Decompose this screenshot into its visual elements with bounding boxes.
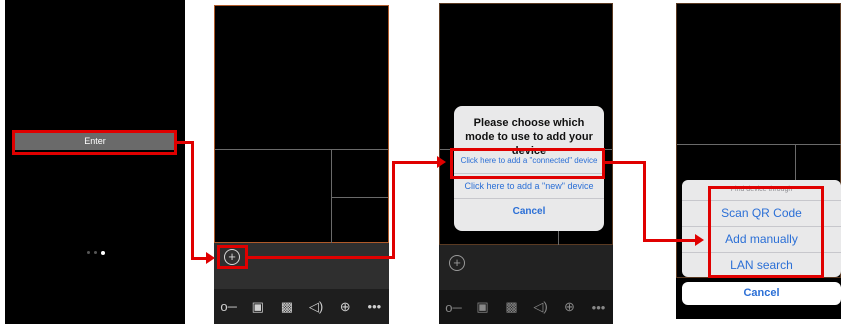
page-dot	[87, 251, 90, 254]
dialog-title: Please choose which mode to use to add y…	[465, 117, 593, 157]
arrow-line	[392, 161, 395, 259]
page-dot	[94, 251, 97, 254]
highlight-add-button	[217, 245, 248, 269]
key-icon[interactable]: o─	[218, 299, 240, 314]
bottom-toolbar: o─ ▣ ▩ ◁) ⊕ •••	[214, 289, 389, 324]
grid-line	[677, 144, 841, 145]
camera-icon[interactable]: ▣	[247, 299, 269, 315]
more-icon[interactable]: •••	[363, 299, 385, 314]
arrow-head	[206, 252, 215, 264]
plus-circle-icon[interactable]: +	[449, 255, 465, 271]
camera-icon[interactable]: ▣	[472, 299, 494, 315]
arrow-head	[437, 156, 446, 168]
arrow-line	[643, 239, 697, 242]
arrow-line	[247, 256, 395, 259]
mic-icon[interactable]: ⊕	[559, 299, 581, 315]
highlight-find-options	[708, 186, 824, 278]
page-indicator	[87, 250, 111, 256]
grid-line	[331, 197, 388, 198]
arrow-line	[643, 161, 646, 242]
bottom-toolbar: o─ ▣ ▩ ◁) ⊕ •••	[439, 290, 613, 324]
arrow-head	[695, 234, 704, 246]
video-icon[interactable]: ▩	[276, 299, 298, 315]
screen-1-splash: Enter	[5, 0, 185, 324]
video-grid[interactable]	[214, 5, 389, 243]
cancel-button[interactable]: Cancel	[454, 198, 604, 225]
highlight-connected-option	[450, 148, 605, 179]
key-icon[interactable]: o─	[443, 300, 465, 315]
mic-icon[interactable]: ⊕	[334, 299, 356, 315]
quick-toolbar: +	[439, 245, 613, 290]
arrow-line	[604, 161, 646, 164]
screen-2-live-view: + o─ ▣ ▩ ◁) ⊕ •••	[214, 5, 389, 324]
sheet-cancel-button[interactable]: Cancel	[682, 282, 841, 305]
grid-line	[215, 149, 388, 150]
video-icon[interactable]: ▩	[501, 299, 523, 315]
arrow-line	[191, 141, 194, 260]
more-icon[interactable]: •••	[588, 300, 610, 315]
speaker-icon[interactable]: ◁)	[305, 299, 327, 315]
speaker-icon[interactable]: ◁)	[530, 299, 552, 315]
arrow-line	[392, 161, 439, 164]
highlight-enter	[12, 130, 177, 155]
grid-line	[331, 149, 332, 243]
page-dot-active	[101, 251, 105, 255]
cancel-label: Cancel	[743, 287, 780, 299]
